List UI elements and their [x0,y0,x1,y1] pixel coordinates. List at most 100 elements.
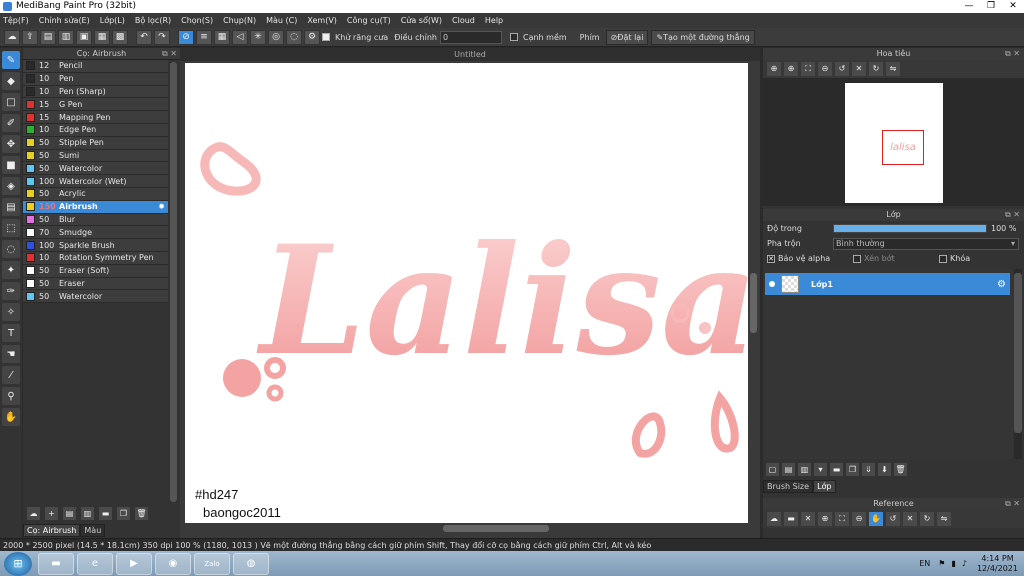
select-pen-tool-icon[interactable]: ✑ [2,282,20,300]
rotate-right-icon[interactable]: ↻ [869,62,883,76]
soft-edge-checkbox[interactable] [509,33,518,41]
export-icon[interactable]: ▦ [94,29,110,45]
reset-icon[interactable]: ✕ [903,512,917,526]
zoom-in-alt-icon[interactable]: ⊕ [784,62,798,76]
eyedropper-tool-icon[interactable]: ⚲ [2,387,20,405]
drawing-canvas[interactable]: Lalisa #hd247 baongoc2011 [185,63,748,523]
fit-icon[interactable]: ⛶ [835,512,849,526]
brush-item[interactable]: 15 G Pen [23,98,168,112]
brush-item[interactable]: 10 Rotation Symmetry Pen [23,251,168,265]
menu-window[interactable]: Cửa sổ(W) [401,16,442,25]
delete-brush-icon[interactable]: 🗑 [135,506,148,520]
brush-item[interactable]: 10 Edge Pen [23,123,168,137]
select-eraser-tool-icon[interactable]: ✧ [2,303,20,321]
new-halftone-layer-icon[interactable]: ▤ [782,462,795,476]
brush-item[interactable]: 50 Stipple Pen [23,136,168,150]
menu-filter[interactable]: Bộ lọc(R) [135,16,171,25]
brush-item[interactable]: 50 Acrylic [23,187,168,201]
panel-window-icons[interactable]: ⧉ ✕ [1005,48,1020,60]
fit-icon[interactable]: ⛶ [801,62,815,76]
brush-item[interactable]: 100 Sparkle Brush [23,239,168,252]
opacity-slider[interactable] [833,224,987,233]
canvas-vertical-scrollbar[interactable] [749,63,758,523]
brush-item[interactable]: 50 Watercolor [23,162,168,176]
open-file-icon[interactable]: ▥ [58,29,74,45]
save-icon[interactable]: ▣ [76,29,92,45]
close-button[interactable]: ✕ [1002,0,1024,13]
snap-grid-icon[interactable]: ▦ [214,29,230,45]
menu-edit[interactable]: Chỉnh sửa(E) [39,16,90,25]
zalo-icon[interactable]: Zalo [194,552,230,575]
visibility-icon[interactable] [769,281,775,287]
menu-help[interactable]: Help [485,16,503,25]
menu-select[interactable]: Chọn(S) [181,16,213,25]
tab-layer[interactable]: Lớp [813,480,836,493]
lock-checkbox[interactable] [939,254,947,263]
zoom-out-icon[interactable]: ⊖ [852,512,866,526]
redo-icon[interactable]: ↷ [154,29,170,45]
folder-icon[interactable]: ▬ [830,462,843,476]
ie-icon[interactable]: e [77,552,113,575]
tab-brush[interactable]: Cọ: Airbrush [23,524,81,537]
hand-tool-icon[interactable]: ✋ [2,408,20,426]
copy-brush-icon[interactable]: ▤ [63,506,76,520]
brush-item[interactable]: 50 Blur [23,213,168,227]
undo-icon[interactable]: ↶ [136,29,152,45]
document-tab[interactable]: Untitled [180,48,760,61]
new-layer-icon[interactable]: ▢ [766,462,779,476]
navigator-preview[interactable]: lalisa [763,78,1024,206]
media-icon[interactable]: ▶ [116,552,152,575]
divide-tool-icon[interactable]: ⁄ [2,366,20,384]
brush-item[interactable]: 12 Pencil [23,60,168,73]
brush-item[interactable]: 50 Watercolor [23,290,168,304]
snap-perspective-icon[interactable]: ◁ [232,29,248,45]
gear-icon[interactable]: ✹ [158,202,165,211]
network-icon[interactable]: ▮ [951,559,955,568]
snap-curve-icon[interactable]: ◌ [286,29,302,45]
delete-layer-icon[interactable]: 🗑 [894,462,907,476]
duplicate-layer-icon[interactable]: ❐ [846,462,859,476]
bucket-tool-icon[interactable]: ◈ [2,177,20,195]
layer-item[interactable]: Lớp1 ⚙ [765,273,1010,295]
chrome-icon[interactable]: ◍ [233,552,269,575]
operation-tool-icon[interactable]: ☚ [2,345,20,363]
magic-wand-tool-icon[interactable]: ✦ [2,261,20,279]
menu-layer[interactable]: Lớp(L) [100,16,125,25]
menu-color[interactable]: Màu (C) [266,16,297,25]
cloud-icon[interactable]: ☁ [4,29,20,45]
upload-icon[interactable]: ⇪ [22,29,38,45]
brush-settings-icon[interactable]: ▥ [81,506,94,520]
eraser-tool-icon[interactable]: ◆ [2,72,20,90]
dot-tool-icon[interactable]: □ [2,93,20,111]
reset-view-icon[interactable]: ✕ [852,62,866,76]
text-tool-icon[interactable]: T [2,324,20,342]
zoom-out-icon[interactable]: ⊖ [818,62,832,76]
open-folder-icon[interactable]: ▬ [784,512,798,526]
flip-icon[interactable]: ⇋ [886,62,900,76]
brush-item[interactable]: 10 Pen [23,72,168,86]
straight-line-button[interactable]: ✎ Tạo một đường thẳng [651,29,755,45]
volume-icon[interactable]: ♪ [962,559,967,568]
snap-settings-icon[interactable]: ⚙ [304,29,320,45]
panel-window-icons[interactable]: ⧉ ✕ [1005,498,1020,510]
minimize-button[interactable]: — [958,0,980,13]
language-indicator[interactable]: EN [919,559,930,568]
gear-icon[interactable]: ⚙ [997,279,1006,290]
canvas-horizontal-scrollbar[interactable] [185,524,748,533]
menu-view[interactable]: Xem(V) [307,16,337,25]
menu-tools[interactable]: Công cụ(T) [347,16,391,25]
select-tool-icon[interactable]: ⬚ [2,219,20,237]
layer-scrollbar[interactable] [1014,269,1022,459]
panel-window-icons[interactable]: ⧉ ✕ [162,48,177,60]
blur-tool-icon[interactable]: ✐ [2,114,20,132]
start-button[interactable]: ⊞ [4,551,32,576]
merge-layer-icon[interactable]: ⇓ [862,462,875,476]
brush-item[interactable]: 10 Pen (Sharp) [23,85,168,99]
brush-item[interactable]: 150 Airbrush ✹ [23,200,168,214]
brush-item[interactable]: 100 Watercolor (Wet) [23,175,168,188]
tab-color[interactable]: Màu [80,524,106,537]
fill-shape-tool-icon[interactable]: ■ [2,156,20,174]
menu-file[interactable]: Tệp(F) [3,16,29,25]
panel-window-icons[interactable]: ⧉ ✕ [1005,209,1020,221]
menu-cloud[interactable]: Cloud [452,16,475,25]
